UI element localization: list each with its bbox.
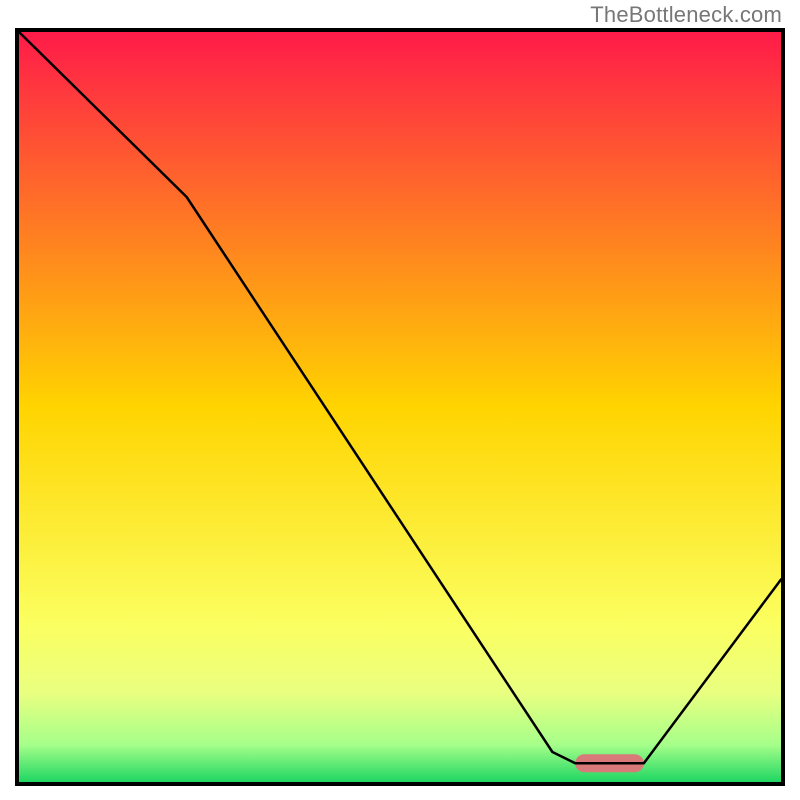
plot-area bbox=[15, 28, 785, 786]
watermark-text: TheBottleneck.com bbox=[590, 2, 782, 28]
chart-frame: TheBottleneck.com bbox=[0, 0, 800, 800]
chart-svg bbox=[19, 32, 781, 782]
